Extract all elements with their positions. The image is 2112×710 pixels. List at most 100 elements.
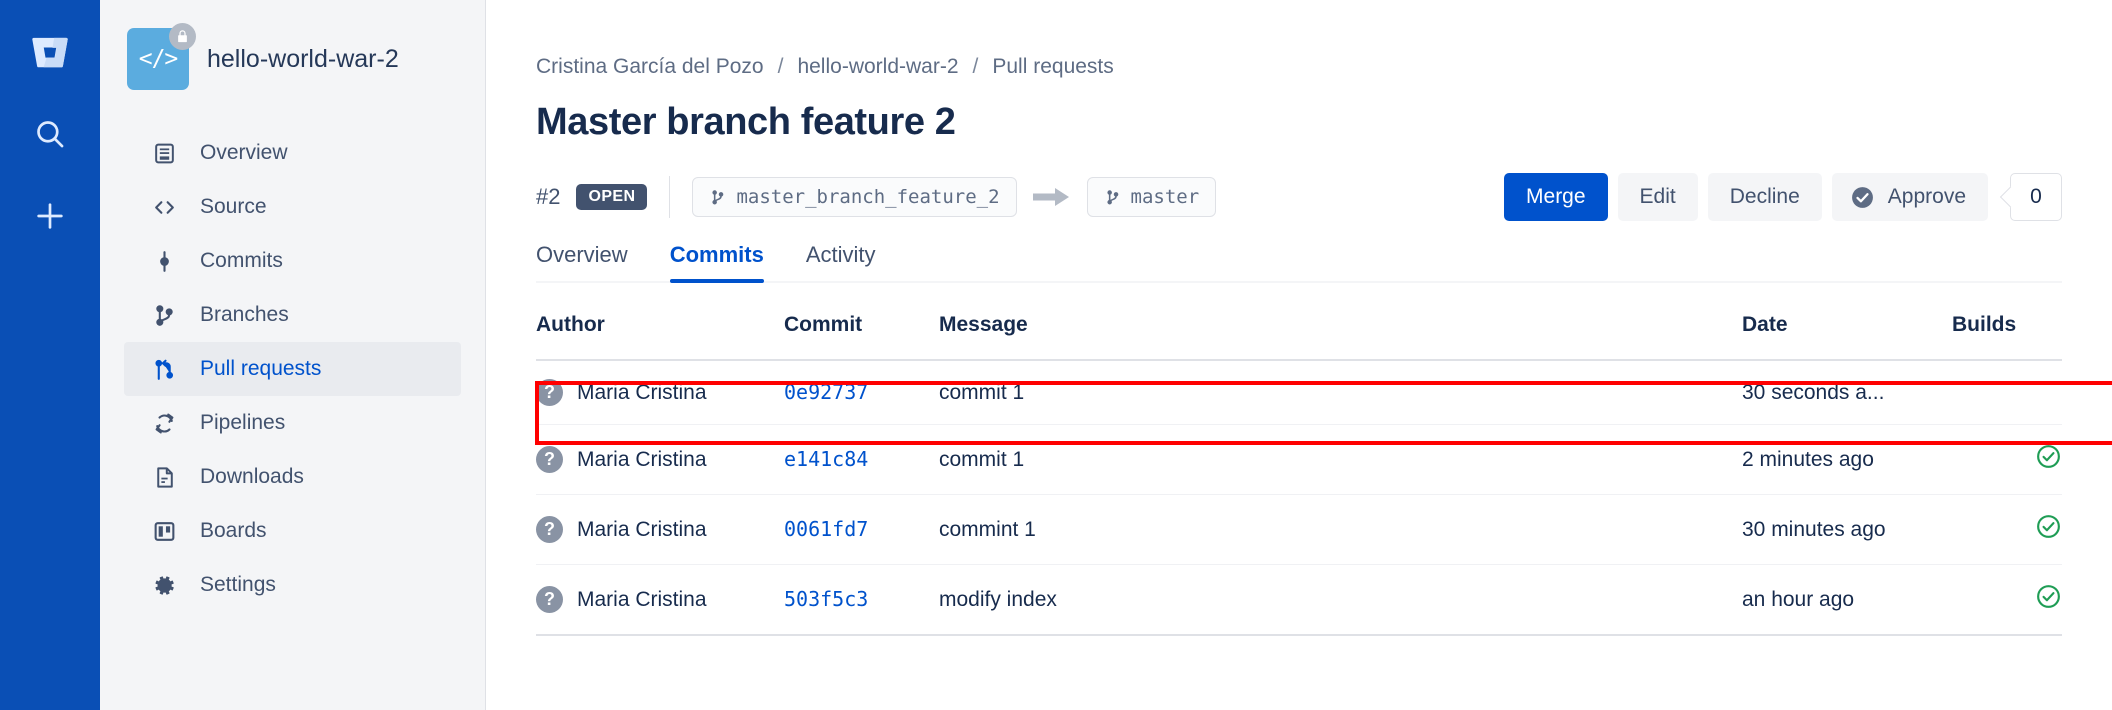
commit-hash-link[interactable]: 503f5c3	[784, 587, 868, 611]
bitbucket-logo-icon[interactable]	[26, 28, 74, 76]
gear-icon	[150, 571, 178, 599]
avatar: ?	[536, 516, 563, 543]
arrow-right-icon	[1032, 186, 1071, 208]
sidebar-item-label: Downloads	[200, 465, 304, 488]
branch-icon	[1106, 189, 1118, 204]
source-branch-name: master_branch_feature_2	[736, 186, 1000, 208]
author-name: Maria Cristina	[577, 447, 707, 471]
tab-overview[interactable]: Overview	[536, 242, 628, 281]
build-success-icon[interactable]	[2035, 583, 2062, 610]
page-title: Master branch feature 2	[536, 101, 956, 143]
sidebar-item-boards[interactable]: Boards	[124, 504, 461, 558]
cell-author: ? Maria Cristina	[536, 564, 784, 636]
downloads-icon	[150, 463, 178, 491]
cell-author: ? Maria Cristina	[536, 424, 784, 495]
table-row[interactable]: ? Maria Cristina 0061fd7 commint 1 30 mi…	[536, 494, 2062, 565]
approve-button[interactable]: Approve	[1831, 173, 1988, 221]
sidebar-item-overview[interactable]: Overview	[124, 126, 461, 180]
tab-activity[interactable]: Activity	[806, 242, 876, 281]
author-name: Maria Cristina	[577, 587, 707, 611]
cell-commit: 503f5c3	[784, 564, 939, 636]
app-root: </> hello-world-war-2 Overview Source Co…	[0, 0, 2112, 710]
cell-commit: e141c84	[784, 424, 939, 495]
sidebar-item-branches[interactable]: Branches	[124, 288, 461, 342]
repo-nav-list: Overview Source Commits Branches Pull re…	[100, 126, 485, 612]
repo-name: hello-world-war-2	[207, 44, 399, 73]
avatar: ?	[536, 446, 563, 473]
table-row[interactable]: ? Maria Cristina 0e92737 commit 1 30 sec…	[536, 360, 2062, 425]
cell-date: 2 minutes ago	[1742, 424, 1952, 495]
boards-icon	[150, 517, 178, 545]
build-success-icon[interactable]	[2035, 443, 2062, 470]
global-nav-rail	[0, 0, 100, 710]
sidebar-item-settings[interactable]: Settings	[124, 558, 461, 612]
cell-builds	[1952, 564, 2062, 636]
decline-button[interactable]: Decline	[1707, 173, 1822, 221]
merge-button[interactable]: Merge	[1504, 173, 1608, 221]
pr-id: #2	[536, 184, 561, 209]
commit-hash-link[interactable]: e141c84	[784, 447, 868, 471]
branch-icon	[150, 301, 178, 329]
table-row[interactable]: ? Maria Cristina 503f5c3 modify index an…	[536, 564, 2062, 636]
sidebar-item-label: Overview	[200, 141, 288, 164]
sidebar-item-label: Pipelines	[200, 411, 286, 434]
cell-builds	[1952, 494, 2062, 565]
cell-message: modify index	[939, 564, 1742, 636]
column-header-date: Date	[1742, 313, 1952, 361]
table-row[interactable]: ? Maria Cristina e141c84 commit 1 2 minu…	[536, 424, 2062, 495]
breadcrumb-separator: /	[972, 55, 979, 78]
cell-commit: 0061fd7	[784, 494, 939, 565]
cell-date: 30 seconds a...	[1742, 360, 1952, 425]
cell-commit: 0e92737	[784, 360, 939, 425]
overview-icon	[150, 139, 178, 167]
breadcrumb: Cristina García del Pozo / hello-world-w…	[536, 55, 2062, 79]
commits-table: Author Commit Message Date Builds ? Mari…	[536, 313, 2062, 636]
create-icon[interactable]	[26, 192, 74, 240]
sidebar-item-commits[interactable]: Commits	[124, 234, 461, 288]
author-name: Maria Cristina	[577, 517, 707, 541]
check-circle-icon	[1850, 185, 1875, 210]
column-header-builds: Builds	[1952, 313, 2062, 361]
target-branch-chip[interactable]: master	[1086, 177, 1217, 217]
build-success-icon[interactable]	[2035, 513, 2062, 540]
pull-request-icon	[150, 355, 178, 383]
approve-count[interactable]: 0	[2010, 173, 2062, 221]
sidebar-item-label: Source	[200, 195, 267, 218]
source-branch-chip[interactable]: master_branch_feature_2	[692, 177, 1017, 217]
sidebar-item-source[interactable]: Source	[124, 180, 461, 234]
cell-message: commit 1	[939, 360, 1742, 425]
pr-actions: Merge Edit Decline Approve 0	[1504, 173, 2062, 221]
breadcrumb-repo[interactable]: hello-world-war-2	[797, 55, 958, 79]
sidebar-item-pull-requests[interactable]: Pull requests	[124, 342, 461, 396]
sidebar-item-label: Settings	[200, 573, 276, 596]
tab-commits[interactable]: Commits	[669, 242, 764, 283]
branch-icon	[712, 189, 724, 204]
sidebar-item-label: Boards	[200, 519, 267, 542]
commits-table-head: Author Commit Message Date Builds	[536, 313, 2062, 361]
edit-button[interactable]: Edit	[1617, 173, 1698, 221]
lock-icon	[169, 23, 196, 50]
breadcrumb-section[interactable]: Pull requests	[992, 55, 1113, 79]
sidebar-item-downloads[interactable]: Downloads	[124, 450, 461, 504]
avatar: ?	[536, 586, 563, 613]
cell-message: commint 1	[939, 494, 1742, 565]
commit-icon	[150, 247, 178, 275]
commit-hash-link[interactable]: 0061fd7	[784, 517, 868, 541]
search-icon[interactable]	[26, 110, 74, 158]
cell-author: ? Maria Cristina	[536, 494, 784, 565]
code-icon	[150, 193, 178, 221]
repo-sidebar: </> hello-world-war-2 Overview Source Co…	[100, 0, 486, 710]
pipelines-icon	[150, 409, 178, 437]
sidebar-item-pipelines[interactable]: Pipelines	[124, 396, 461, 450]
cell-builds	[1952, 424, 2062, 495]
cell-author: ? Maria Cristina	[536, 360, 784, 425]
commit-hash-link[interactable]: 0e92737	[784, 380, 868, 404]
status-badge: OPEN	[576, 184, 648, 210]
commits-table-wrap: Author Commit Message Date Builds ? Mari…	[535, 313, 2112, 636]
breadcrumb-workspace[interactable]: Cristina García del Pozo	[536, 55, 764, 79]
meta-divider	[669, 176, 671, 218]
repo-header[interactable]: </> hello-world-war-2	[100, 22, 485, 90]
main-content: Cristina García del Pozo / hello-world-w…	[486, 0, 2112, 710]
column-header-author: Author	[536, 313, 784, 361]
approve-button-label: Approve	[1887, 185, 1966, 208]
